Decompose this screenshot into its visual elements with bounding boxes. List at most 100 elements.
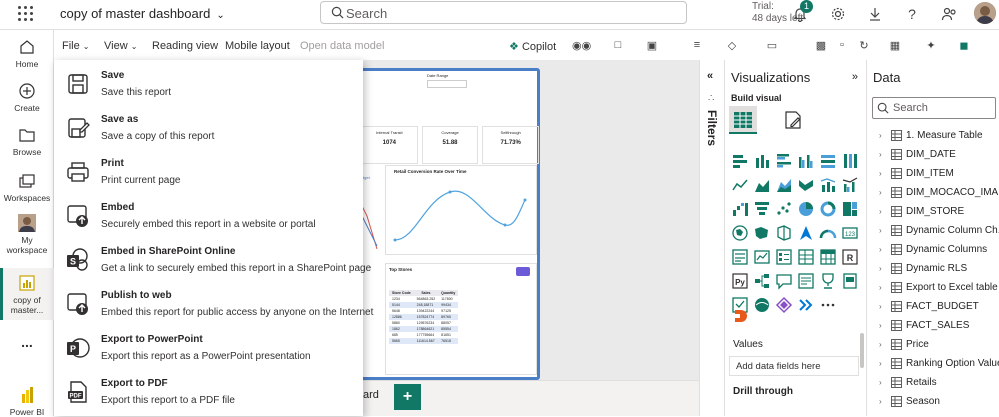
report-title-dropdown[interactable]: copy of master dashboard ⌄ (60, 6, 225, 21)
data-table-item[interactable]: › FACT_SALES (879, 316, 969, 335)
line-column-icon[interactable] (819, 176, 837, 194)
scatter-chart-icon[interactable] (775, 200, 793, 218)
menu-item-export-pdf[interactable]: PDF Export to PDF Export this report to … (54, 370, 363, 414)
filters-pane[interactable]: « ∴ Filters (699, 60, 724, 416)
date-range-slicer[interactable] (427, 80, 467, 88)
azure-map-icon[interactable] (797, 224, 815, 242)
nav-create[interactable]: Create (0, 82, 54, 113)
data-table-item[interactable]: › Dynamic RLS (879, 259, 967, 278)
card-icon[interactable]: 123 (841, 224, 859, 242)
clustered-bar-icon[interactable] (775, 152, 793, 170)
shape-map-icon[interactable] (775, 224, 793, 242)
data-table-item[interactable]: › DIM_STORE (879, 202, 964, 221)
present-icon[interactable]: ▭ (765, 39, 779, 53)
100-column-icon[interactable] (841, 152, 859, 170)
format-visual-tab[interactable] (783, 110, 805, 132)
smart-narrative-icon[interactable] (797, 272, 815, 290)
save-toolbar-icon[interactable]: ▦ (888, 39, 902, 53)
pin-icon[interactable]: ✦ (924, 39, 938, 53)
help-icon[interactable]: ? (903, 5, 921, 23)
data-table-item[interactable]: › Retails (879, 373, 937, 392)
app-launcher-icon[interactable] (18, 6, 34, 22)
shapes-icon[interactable]: ◇ (725, 39, 739, 53)
data-table-item[interactable]: › Season (879, 392, 940, 411)
data-table-item[interactable]: › Ranking Option Value (879, 354, 999, 373)
user-avatar[interactable] (974, 2, 996, 24)
menu-item-print[interactable]: Print Print current page (54, 150, 363, 194)
nav-home[interactable]: Home (0, 38, 54, 69)
menu-item-embed-sharepoint[interactable]: S Embed in SharePoint Online Get a link … (54, 238, 371, 282)
data-table-item[interactable]: › FACT_BUDGET (879, 297, 979, 316)
build-visual-tab[interactable] (729, 106, 757, 134)
table-icon[interactable] (797, 248, 815, 266)
treemap-icon[interactable] (841, 200, 859, 218)
gear-icon[interactable] (829, 5, 847, 23)
pie-chart-icon[interactable] (797, 200, 815, 218)
slicer-icon[interactable] (775, 248, 793, 266)
nav-browse[interactable]: Browse (0, 126, 54, 157)
custom-visual-icon[interactable] (733, 308, 749, 324)
list-icon[interactable]: ≡ (690, 39, 704, 53)
copilot-button[interactable]: ❖ Copilot (509, 40, 556, 53)
collapse-viz-icon[interactable]: » (852, 71, 858, 83)
python-visual-icon[interactable]: Py (731, 272, 749, 290)
share-icon[interactable] (940, 5, 958, 23)
ribbon-chart-icon[interactable] (797, 176, 815, 194)
data-table-item[interactable]: › 1. Measure Table (879, 126, 983, 145)
menu-item-save-as[interactable]: Save as Save a copy of this report (54, 106, 363, 150)
view-menu-button[interactable]: View ⌄ (104, 40, 137, 52)
r-visual-icon[interactable]: R (841, 248, 859, 266)
goals-icon[interactable] (819, 272, 837, 290)
100-bar-icon[interactable] (819, 152, 837, 170)
funnel-icon[interactable] (753, 200, 771, 218)
open-data-model-button[interactable]: Open data model (300, 40, 384, 52)
mobile-layout-button[interactable]: Mobile layout (225, 40, 290, 52)
expand-filters-icon[interactable]: « (707, 70, 713, 82)
qa-icon[interactable] (775, 272, 793, 290)
bookmark-icon[interactable]: ▫ (835, 39, 849, 53)
refresh-icon[interactable]: ↻ (857, 39, 871, 53)
line-clustered-column-icon[interactable] (841, 176, 859, 194)
multi-row-card-icon[interactable] (731, 248, 749, 266)
conversion-chart-card[interactable]: Retail Conversion Rate Over Time (385, 165, 537, 255)
area-chart-icon[interactable] (753, 176, 771, 194)
menu-item-embed[interactable]: Embed Securely embed this report in a we… (54, 194, 363, 238)
data-table-item[interactable]: › DIM_MOCACO_IMA... (879, 183, 999, 202)
clustered-column-icon[interactable] (797, 152, 815, 170)
power-automate-icon[interactable] (775, 296, 793, 314)
waterfall-icon[interactable] (731, 200, 749, 218)
line-chart-icon[interactable] (731, 176, 749, 194)
data-table-item[interactable]: › DIM_ITEM (879, 164, 954, 183)
reading-view-button[interactable]: Reading view (152, 40, 218, 52)
more-visuals-icon[interactable] (819, 296, 837, 314)
paginated-report-icon[interactable] (841, 272, 859, 290)
table-icon[interactable] (516, 267, 530, 276)
data-table-item[interactable]: › Export to Excel table (879, 278, 998, 297)
data-search-input[interactable]: Search (872, 97, 996, 119)
donut-chart-icon[interactable] (819, 200, 837, 218)
file-menu-button[interactable]: File ⌄ (62, 40, 90, 52)
nav-powerbi[interactable]: Power BI (0, 386, 54, 417)
chevron-visual-icon[interactable] (797, 296, 815, 314)
data-table-item[interactable]: › Dynamic Column Ch... (879, 221, 999, 240)
map-icon[interactable] (731, 224, 749, 242)
data-table-item[interactable]: › Dynamic Columns (879, 240, 987, 259)
kpi-icon[interactable] (753, 248, 771, 266)
key-influencers-icon[interactable] (753, 272, 771, 290)
gauge-icon[interactable] (819, 224, 837, 242)
arcgis-icon[interactable] (753, 296, 771, 314)
filled-map-icon[interactable] (753, 224, 771, 242)
page-tab[interactable]: ard (363, 389, 379, 401)
nav-copy-of-master[interactable]: copy of master... (0, 268, 54, 320)
textbox-icon[interactable]: ▣ (645, 39, 659, 53)
visual-icon[interactable]: ▩ (814, 39, 828, 53)
add-data-fields-well[interactable]: Add data fields here (729, 356, 859, 376)
stacked-area-icon[interactable] (775, 176, 793, 194)
menu-item-publish-web[interactable]: Publish to web Embed this report for pub… (54, 282, 373, 326)
nav-more[interactable]: ... (0, 334, 54, 350)
stacked-bar-icon[interactable] (731, 152, 749, 170)
add-page-button[interactable]: + (394, 384, 421, 410)
data-table-item[interactable]: › Price (879, 335, 929, 354)
data-table-item[interactable]: › DIM_DATE (879, 145, 956, 164)
download-icon[interactable] (866, 5, 884, 23)
